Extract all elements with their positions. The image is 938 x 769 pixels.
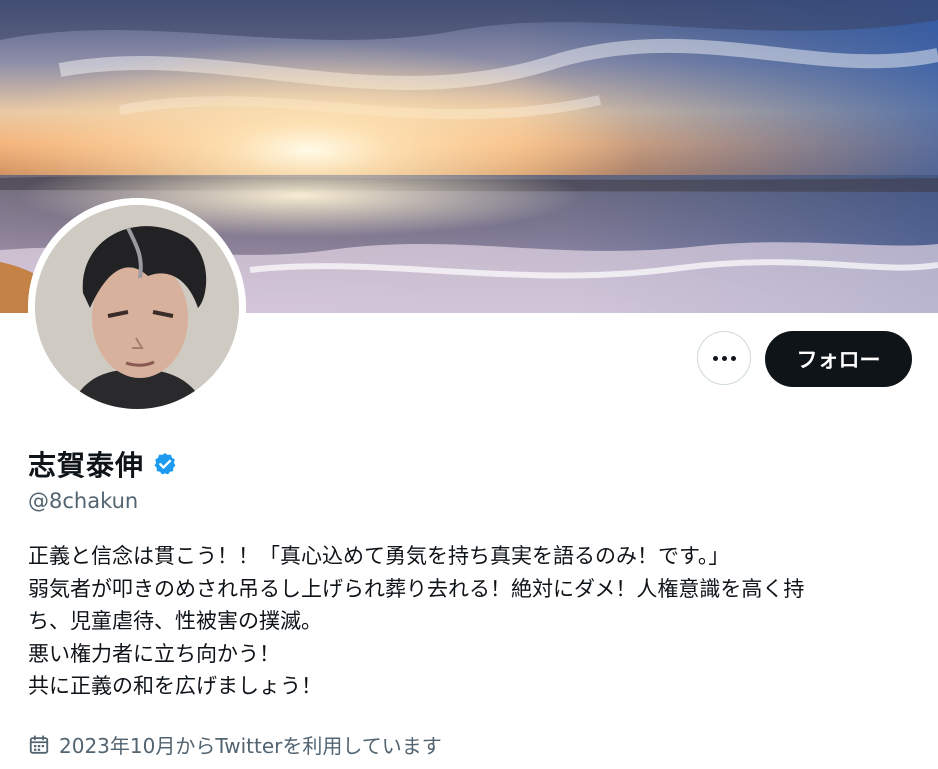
bio-line: 弱気者が叩きのめされ吊るし上げられ葬り去れる！絶対にダメ！人権意識を高く持 [28,576,805,601]
more-horizontal-icon-dot [730,355,736,361]
more-horizontal-icon-dot [721,355,727,361]
joined-date-text: 2023年10月からTwitterを利用しています [59,734,442,758]
calendar-icon [29,734,49,754]
bio-line: 悪い権力者に立ち向かう！ [28,641,280,666]
display-name: 志賀泰伸 [28,449,145,482]
bio-line: 共に正義の和を広げましょう！ [28,674,322,698]
profile-handle: @8chakun [28,489,139,513]
display-name-row: 志賀泰伸 [28,444,178,484]
bio-line: ち、児童虐待、性被害の撲滅。 [28,609,322,633]
bio-line: 正義と信念は貫こう！！「真心込めて勇気を持ち真実を語るのみ！です。」 [28,544,730,568]
more-options-button[interactable] [697,331,751,385]
avatar-photo [28,198,246,416]
verified-badge-icon[interactable] [152,451,178,477]
more-horizontal-icon-dot [712,355,718,361]
follow-button[interactable]: フォロー [765,331,912,387]
follow-button-label: フォロー [796,348,881,372]
joined-date: 2023年10月からTwitterを利用しています [28,730,442,759]
profile-bio: 正義と信念は貫こう！！「真心込めて勇気を持ち真実を語るのみ！です。」 弱気者が叩… [28,540,918,703]
profile-avatar[interactable] [28,198,246,416]
